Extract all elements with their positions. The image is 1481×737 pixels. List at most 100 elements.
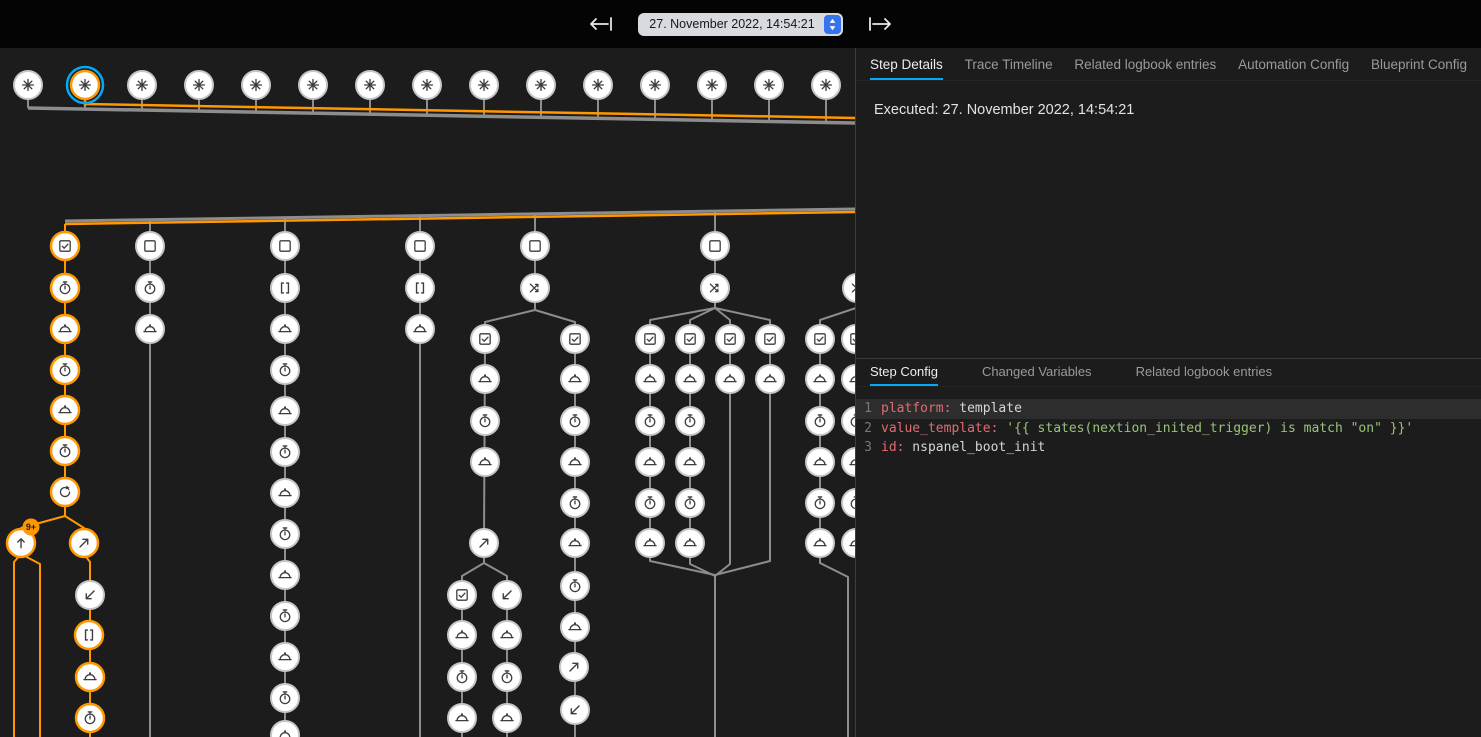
trace-node[interactable] <box>560 653 588 681</box>
trigger-node[interactable] <box>413 71 441 99</box>
next-run-button[interactable] <box>863 11 897 37</box>
trace-node[interactable] <box>406 315 434 343</box>
trace-node[interactable] <box>636 489 664 517</box>
trace-node[interactable] <box>806 365 834 393</box>
trace-node[interactable] <box>51 315 79 343</box>
trace-node[interactable] <box>271 520 299 548</box>
trace-node[interactable] <box>561 325 589 353</box>
trace-node[interactable] <box>636 365 664 393</box>
trace-node[interactable] <box>561 613 589 641</box>
trace-node[interactable] <box>842 489 855 517</box>
trace-node[interactable] <box>271 438 299 466</box>
trigger-node[interactable] <box>242 71 270 99</box>
tab-automation-config[interactable]: Automation Config <box>1238 48 1349 80</box>
trace-node[interactable] <box>842 365 855 393</box>
trace-node[interactable] <box>51 274 79 302</box>
trigger-node[interactable] <box>584 71 612 99</box>
trace-node[interactable] <box>471 325 499 353</box>
trace-node[interactable] <box>636 407 664 435</box>
trace-node[interactable] <box>806 325 834 353</box>
trace-node[interactable] <box>271 356 299 384</box>
trace-node[interactable] <box>493 704 521 732</box>
trigger-node[interactable] <box>14 71 42 99</box>
trigger-node[interactable] <box>67 67 103 103</box>
trace-node[interactable] <box>806 489 834 517</box>
trace-node[interactable] <box>806 407 834 435</box>
trace-node[interactable] <box>676 365 704 393</box>
trigger-node[interactable] <box>641 71 669 99</box>
trace-node[interactable] <box>806 448 834 476</box>
trace-node[interactable] <box>271 479 299 507</box>
trace-node[interactable] <box>271 602 299 630</box>
trace-node[interactable] <box>448 704 476 732</box>
trace-node[interactable] <box>271 561 299 589</box>
trace-node[interactable] <box>676 325 704 353</box>
trace-node[interactable] <box>136 232 164 260</box>
trace-node[interactable] <box>842 448 855 476</box>
trace-node[interactable] <box>76 704 104 732</box>
trace-node[interactable] <box>561 489 589 517</box>
trigger-node[interactable] <box>812 71 840 99</box>
trigger-node[interactable] <box>299 71 327 99</box>
subtab-related-logbook-entries[interactable]: Related logbook entries <box>1136 359 1273 386</box>
trace-node[interactable] <box>271 721 299 737</box>
trace-node[interactable] <box>271 397 299 425</box>
tab-related-logbook-entries[interactable]: Related logbook entries <box>1074 48 1216 80</box>
previous-run-button[interactable] <box>584 11 618 37</box>
trace-node[interactable] <box>51 478 79 506</box>
trace-node[interactable] <box>406 232 434 260</box>
trace-node[interactable] <box>561 696 589 724</box>
trace-node[interactable] <box>271 315 299 343</box>
trace-node[interactable] <box>716 325 744 353</box>
trace-node[interactable] <box>561 529 589 557</box>
trace-node[interactable] <box>493 581 521 609</box>
trace-node[interactable] <box>676 448 704 476</box>
trace-node[interactable] <box>843 274 855 302</box>
trace-node[interactable] <box>471 365 499 393</box>
trace-node[interactable] <box>76 581 104 609</box>
trace-node[interactable] <box>493 663 521 691</box>
trace-node[interactable] <box>756 325 784 353</box>
trace-node[interactable] <box>806 529 834 557</box>
trace-graph-pane[interactable]: 9+ <box>0 48 855 737</box>
trace-node[interactable] <box>448 663 476 691</box>
trace-node[interactable] <box>521 274 549 302</box>
trace-node[interactable] <box>493 621 521 649</box>
trace-node[interactable] <box>75 621 103 649</box>
trigger-node[interactable] <box>527 71 555 99</box>
trace-node[interactable] <box>51 232 79 260</box>
trigger-node[interactable] <box>470 71 498 99</box>
trigger-node[interactable] <box>185 71 213 99</box>
trigger-node[interactable] <box>698 71 726 99</box>
trace-node[interactable] <box>521 232 549 260</box>
trace-node[interactable] <box>406 274 434 302</box>
trace-node[interactable] <box>676 529 704 557</box>
step-config-editor[interactable]: 1platform: template2value_template: '{{ … <box>856 399 1481 458</box>
trace-node[interactable] <box>716 365 744 393</box>
trace-node[interactable] <box>701 274 729 302</box>
trigger-node[interactable] <box>755 71 783 99</box>
trace-node[interactable] <box>636 529 664 557</box>
trigger-node[interactable] <box>128 71 156 99</box>
tab-blueprint-config[interactable]: Blueprint Config <box>1371 48 1467 80</box>
trace-node[interactable] <box>70 529 98 557</box>
trace-node[interactable] <box>636 325 664 353</box>
subtab-step-config[interactable]: Step Config <box>870 359 938 386</box>
trace-node[interactable] <box>448 581 476 609</box>
run-select[interactable]: 27. November 2022, 14:54:21 <box>638 13 842 36</box>
trace-node[interactable] <box>676 489 704 517</box>
trace-node[interactable] <box>701 232 729 260</box>
trace-node[interactable] <box>676 407 704 435</box>
trace-node[interactable] <box>471 407 499 435</box>
trace-node[interactable] <box>448 621 476 649</box>
trace-node[interactable] <box>271 643 299 671</box>
trace-node[interactable] <box>561 365 589 393</box>
trace-node[interactable] <box>136 315 164 343</box>
trace-node[interactable] <box>51 396 79 424</box>
trace-node[interactable] <box>561 407 589 435</box>
trace-node[interactable] <box>636 448 664 476</box>
trace-node[interactable] <box>756 365 784 393</box>
trace-node[interactable] <box>271 232 299 260</box>
tab-trace-timeline[interactable]: Trace Timeline <box>965 48 1053 80</box>
trace-node[interactable] <box>136 274 164 302</box>
